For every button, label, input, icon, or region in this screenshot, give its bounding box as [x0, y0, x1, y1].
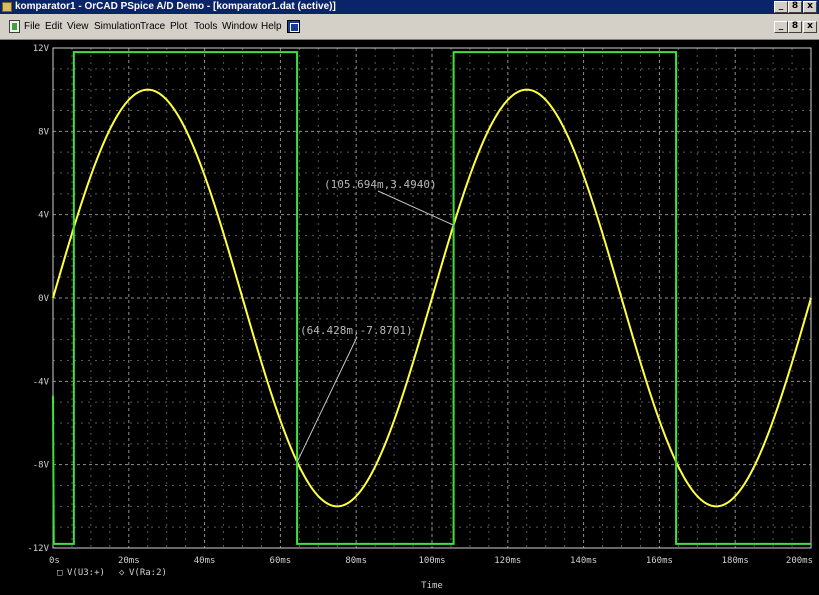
title-bar: komparator1 - OrCAD PSpice A/D Demo - [k… [0, 0, 819, 14]
x-tick-label: 20ms [118, 556, 140, 566]
menu-help[interactable]: Help [261, 21, 282, 32]
x-tick-label: 100ms [418, 556, 445, 566]
plot-window[interactable]: 12V 8V 4V 0V -4V -8V -12V 0s 20ms 40ms 60ms 80ms 10… [0, 40, 819, 595]
x-tick-label: 0s [49, 556, 60, 566]
menu-plot[interactable]: Plot [170, 21, 187, 32]
annotation-leader [377, 190, 454, 226]
annotation-leader [296, 336, 358, 463]
app-icon [2, 2, 12, 12]
x-axis: 0s 20ms 40ms 60ms 80ms 100ms 120ms 140ms 160ms 18… [49, 556, 813, 566]
legend: □ V(U3:+) ◇ V(Ra:2) [57, 568, 167, 578]
x-tick-label: 160ms [646, 556, 673, 566]
y-axis: 12V 8V 4V 0V -4V -8V -12V [27, 44, 49, 554]
x-tick-label: 120ms [494, 556, 521, 566]
annotation-label: (64.428m,-7.8701) [300, 324, 413, 337]
menu-tools[interactable]: Tools [194, 21, 217, 32]
document-icon[interactable] [9, 20, 20, 33]
menu-file[interactable]: File [24, 21, 40, 32]
chart[interactable]: 12V 8V 4V 0V -4V -8V -12V 0s 20ms 40ms 60ms 80ms 10… [0, 40, 819, 595]
legend-marker: □ [57, 568, 63, 578]
menu-bar: File Edit View Simulation Trace Plot Too… [0, 15, 819, 40]
menu-edit[interactable]: Edit [45, 21, 62, 32]
y-tick-label: -4V [33, 377, 50, 387]
menu-window[interactable]: Window [222, 21, 258, 32]
x-tick-label: 180ms [722, 556, 749, 566]
legend-label: V(U3:+) [67, 568, 105, 578]
child-close-button[interactable]: x [803, 21, 817, 33]
x-tick-label: 60ms [270, 556, 292, 566]
y-tick-label: 0V [38, 294, 49, 304]
annotation-label: (105.694m,3.4940) [324, 178, 437, 191]
x-axis-label: Time [421, 581, 443, 591]
x-tick-label: 140ms [570, 556, 597, 566]
y-tick-label: -12V [27, 544, 49, 554]
toolbar-icon[interactable] [287, 20, 300, 33]
child-minimize-button[interactable]: _ [774, 21, 788, 33]
close-button[interactable]: x [803, 1, 817, 13]
x-tick-label: 80ms [345, 556, 367, 566]
menu-view[interactable]: View [67, 21, 89, 32]
child-maximize-button[interactable]: 8 [788, 21, 802, 33]
maximize-button[interactable]: 8 [788, 1, 802, 13]
window-title: komparator1 - OrCAD PSpice A/D Demo - [k… [15, 1, 336, 12]
legend-label: V(Ra:2) [129, 568, 167, 578]
x-tick-label: 40ms [194, 556, 216, 566]
x-tick-label: 200ms [786, 556, 813, 566]
minimize-button[interactable]: _ [774, 1, 788, 13]
y-tick-label: -8V [33, 461, 50, 471]
y-tick-label: 4V [38, 211, 49, 221]
menu-simulation[interactable]: Simulation [94, 21, 141, 32]
legend-marker: ◇ [119, 568, 125, 578]
y-tick-label: 12V [33, 44, 50, 54]
y-tick-label: 8V [38, 127, 49, 137]
menu-trace[interactable]: Trace [140, 21, 165, 32]
